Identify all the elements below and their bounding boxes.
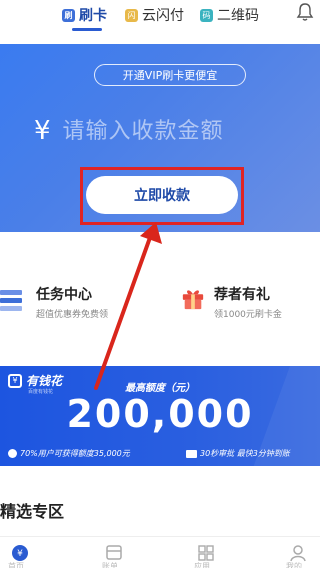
bottom-nav: ¥ 首页 账单 应用 我的 — [0, 536, 320, 568]
nav-label-apps: 应用 — [194, 562, 210, 568]
card-tab-icon: 刷 — [62, 8, 75, 22]
nav-label-home: 首页 — [8, 562, 24, 568]
apps-icon[interactable] — [196, 543, 216, 563]
limit-amount: 200,000 — [66, 392, 254, 436]
bill-icon[interactable] — [104, 543, 124, 563]
feature-subtitle: 领1000元刷卡金 — [214, 310, 282, 320]
referral-gift[interactable]: 荐者有礼 领1000元刷卡金 — [176, 278, 320, 328]
active-tab-indicator — [72, 28, 102, 31]
amount-row: ¥ — [34, 116, 303, 146]
home-icon[interactable]: ¥ — [10, 543, 30, 563]
amount-input[interactable] — [62, 118, 303, 144]
banner-footnote-left: 70%用户可获得额度35,000元 — [8, 448, 130, 459]
feature-subtitle: 超值优惠券免费领 — [36, 310, 109, 320]
highlight-box — [80, 167, 244, 225]
tab-qrcode[interactable]: 码 二维码 — [200, 4, 259, 26]
tab-label: 刷卡 — [79, 8, 107, 24]
top-tab-bar: 刷 刷卡 闪 云闪付 码 二维码 — [0, 0, 320, 34]
section-title: 精选专区 — [0, 502, 65, 521]
nav-label-me: 我的 — [286, 562, 302, 568]
task-list-icon — [0, 290, 22, 311]
footnote-text: 70%用户可获得额度35,000元 — [20, 449, 130, 458]
feature-title: 荐者有礼 — [214, 287, 270, 303]
task-center[interactable]: 任务中心 超值优惠券免费领 — [0, 278, 160, 328]
flash-pay-icon: 闪 — [125, 8, 138, 22]
nav-label-bill: 账单 — [102, 562, 118, 568]
vip-upgrade-button[interactable]: 开通VIP刷卡更便宜 — [94, 64, 246, 86]
footnote-text: 30秒审批 最快3分钟到账 — [200, 449, 290, 458]
loan-promo-banner[interactable]: ¥ 有钱花 百度有钱花 最高额度（元） 200,000 70%用户可获得额度35… — [0, 366, 320, 466]
tab-label: 云闪付 — [142, 8, 184, 24]
tab-shuaka[interactable]: 刷 刷卡 — [62, 4, 107, 26]
tab-label: 二维码 — [217, 8, 259, 24]
currency-symbol: ¥ — [34, 116, 51, 146]
feature-title: 任务中心 — [36, 287, 92, 303]
bell-icon[interactable] — [296, 2, 314, 22]
banner-footnote-right: 30秒审批 最快3分钟到账 — [186, 448, 290, 459]
qrcode-icon: 码 — [200, 8, 213, 22]
gift-icon — [182, 290, 204, 310]
info-icon — [8, 449, 17, 458]
collect-card: 开通VIP刷卡更便宜 ¥ 立即收款 — [0, 44, 320, 232]
profile-icon[interactable] — [288, 543, 308, 563]
tab-yunshanfu[interactable]: 闪 云闪付 — [125, 4, 184, 26]
svg-text:¥: ¥ — [17, 549, 23, 559]
card-icon — [186, 449, 197, 458]
